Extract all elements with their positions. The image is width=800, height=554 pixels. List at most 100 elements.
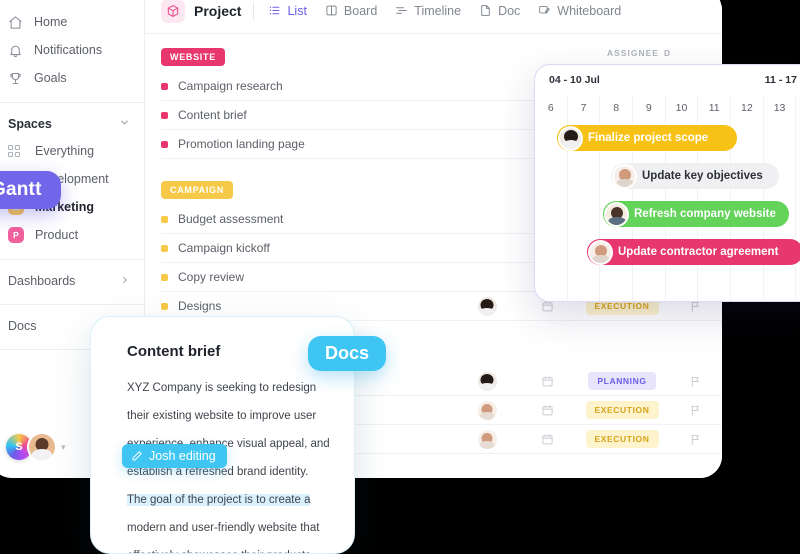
gantt-day: 11 — [698, 95, 732, 121]
sidebar-divider — [0, 259, 144, 260]
avatar — [590, 241, 611, 263]
gantt-day: 6 — [535, 95, 568, 121]
sidebar-item-label: Home — [34, 15, 68, 29]
gantt-bars: Finalize project scope Update key object… — [535, 121, 800, 301]
bell-icon — [8, 43, 23, 58]
flag-icon[interactable] — [668, 404, 722, 417]
page-title: Project — [194, 2, 242, 19]
docs-pill-label: Docs — [308, 336, 387, 371]
gantt-bar-label: Update key objectives — [642, 170, 763, 182]
pencil-icon — [131, 450, 143, 462]
gantt-week-label: 04 - 10 Jul — [549, 74, 600, 86]
timeline-icon — [395, 4, 408, 17]
avatar — [560, 127, 581, 149]
gantt-week-header: 04 - 10 Jul 11 - 17 Jul — [535, 65, 800, 95]
sidebar-divider — [0, 304, 144, 305]
gantt-day: 8 — [600, 95, 634, 121]
gantt-panel: 04 - 10 Jul 11 - 17 Jul 6 7 8 9 10 11 12… — [534, 64, 800, 302]
sidebar-item-everything[interactable]: Everything — [0, 137, 144, 165]
collab-cursor-label: Josh editing — [122, 444, 227, 468]
chevron-right-icon[interactable] — [120, 275, 130, 288]
gantt-bar[interactable]: Update key objectives — [611, 163, 779, 189]
tab-label: List — [287, 3, 307, 18]
sidebar-item-label: Goals — [34, 71, 67, 85]
gantt-day-header: 6 7 8 9 10 11 12 13 14 — [535, 95, 800, 121]
status-dot — [161, 82, 168, 90]
avatar[interactable] — [456, 371, 518, 391]
status-badge[interactable]: EXECUTION — [576, 430, 668, 448]
doc-icon — [479, 4, 492, 17]
status-dot — [161, 244, 168, 252]
docs-line-highlighted: The goal of the project is to create a — [127, 494, 311, 506]
status-dot — [161, 302, 168, 310]
gantt-bar-label: Finalize project scope — [588, 132, 709, 144]
tab-label: Board — [343, 3, 378, 18]
cube-icon — [161, 0, 185, 23]
calendar-icon[interactable] — [518, 404, 576, 417]
gantt-bar[interactable]: Refresh company website — [603, 201, 789, 227]
avatar-img — [477, 371, 497, 391]
docs-line: modern and user-friendly website that — [127, 522, 320, 534]
sidebar-item-label: Everything — [35, 144, 95, 158]
sidebar-section-spaces[interactable]: Spaces — [0, 111, 144, 137]
gantt-day: 7 — [568, 95, 601, 121]
sidebar-item-label: Product — [35, 228, 79, 242]
avatar-img — [477, 429, 497, 449]
avatar[interactable] — [456, 296, 518, 316]
avatar[interactable] — [456, 400, 518, 420]
gantt-day: 14 — [796, 95, 800, 121]
tab-label: Timeline — [414, 3, 462, 18]
status-dot — [161, 215, 168, 223]
sidebar-item-notifications[interactable]: Notifications — [0, 36, 144, 64]
docs-line: XYZ Company is seeking to redesign — [127, 382, 317, 394]
chevron-down-icon[interactable]: ▾ — [61, 442, 66, 453]
sidebar-item-home[interactable]: Home — [0, 8, 144, 36]
gantt-bar[interactable]: Update contractor agreement — [587, 239, 800, 265]
board-icon — [325, 4, 338, 17]
status-badge-label: PLANNING — [588, 372, 656, 390]
sidebar-item-dashboards[interactable]: Dashboards — [0, 268, 144, 294]
chevron-down-icon[interactable] — [119, 117, 130, 131]
status-dot — [161, 111, 168, 119]
flag-icon[interactable] — [668, 433, 722, 446]
flag-icon[interactable] — [668, 375, 722, 388]
sidebar-item-product[interactable]: P Product — [0, 221, 144, 249]
gantt-day: 10 — [666, 95, 699, 121]
gantt-bar-label: Refresh company website — [634, 208, 776, 220]
column-header-assignee: ASSIGNEE — [607, 48, 659, 58]
avatar-img — [477, 400, 497, 420]
spaces-label: Spaces — [8, 117, 52, 131]
calendar-icon[interactable] — [518, 433, 576, 446]
trophy-icon — [8, 71, 23, 86]
sidebar-item-goals[interactable]: Goals — [0, 64, 144, 92]
calendar-icon[interactable] — [518, 375, 576, 388]
status-badge-label: EXECUTION — [585, 401, 659, 419]
gantt-day: 13 — [764, 95, 797, 121]
group-badge: WEBSITE — [161, 48, 225, 66]
gantt-bar-label: Update contractor agreement — [618, 246, 779, 258]
grid-icon — [8, 144, 24, 158]
column-header-due: D — [664, 48, 672, 58]
status-badge[interactable]: EXECUTION — [576, 401, 668, 419]
tab-whiteboard[interactable]: Whiteboard — [538, 4, 621, 18]
tab-timeline[interactable]: Timeline — [395, 4, 461, 18]
status-badge[interactable]: PLANNING — [576, 372, 668, 390]
sidebar-item-label: Dashboards — [8, 274, 76, 288]
list-icon — [268, 4, 281, 17]
avatar[interactable] — [456, 429, 518, 449]
docs-line: their existing website to improve user — [127, 410, 317, 422]
gantt-bar[interactable]: Finalize project scope — [557, 125, 737, 151]
avatar-img — [477, 296, 497, 316]
whiteboard-icon — [538, 4, 551, 17]
tab-board[interactable]: Board — [325, 4, 377, 18]
tab-doc[interactable]: Doc — [479, 4, 520, 18]
task-name: Designs — [178, 299, 222, 313]
status-dot — [161, 273, 168, 281]
screenshot-root: { "sidebar": { "nav": [ {"label": "Home"… — [0, 0, 800, 554]
tab-list[interactable]: List — [268, 3, 307, 18]
avatar[interactable] — [29, 434, 55, 460]
sidebar-item-label: Notifications — [34, 43, 103, 57]
gantt-day: 12 — [731, 95, 764, 121]
tab-label: Whiteboard — [557, 3, 622, 18]
avatar — [614, 165, 635, 187]
